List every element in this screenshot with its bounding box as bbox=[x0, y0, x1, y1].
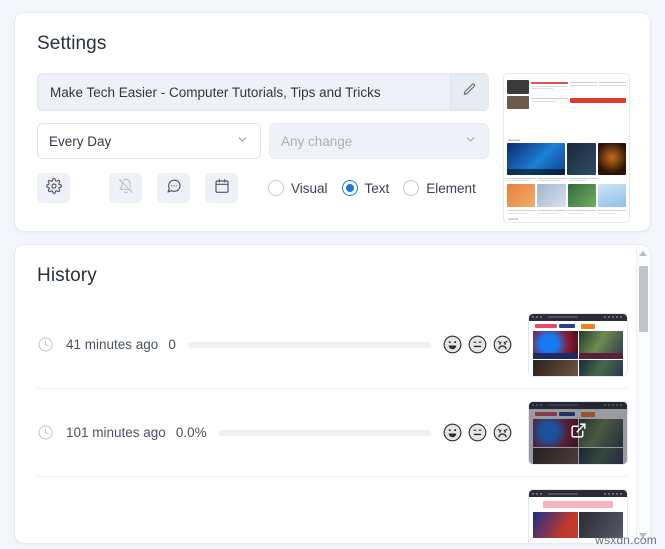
settings-gear-button[interactable] bbox=[37, 173, 70, 203]
watermark: wsxdn.com bbox=[595, 533, 657, 547]
schedule-button[interactable] bbox=[205, 173, 238, 203]
snapshot-thumbnail[interactable] bbox=[528, 400, 628, 465]
sad-face-icon[interactable] bbox=[493, 335, 512, 354]
history-change: 0.0% bbox=[175, 425, 207, 440]
preview-section-label-2: Android bbox=[508, 216, 519, 221]
feedback-faces bbox=[443, 335, 512, 354]
edit-title-button[interactable] bbox=[450, 74, 488, 110]
mode-radio-group: Visual Text Element bbox=[268, 180, 476, 196]
monitored-title-field[interactable]: Make Tech Easier - Computer Tutorials, T… bbox=[37, 73, 489, 111]
radio-text[interactable]: Text bbox=[341, 180, 390, 196]
scroll-up-arrow[interactable] bbox=[637, 246, 650, 260]
radio-text-dot bbox=[341, 180, 358, 196]
condition-select[interactable]: Any change bbox=[269, 123, 489, 159]
bell-off-icon bbox=[118, 178, 134, 199]
history-row[interactable]: 41 minutes ago 0 bbox=[37, 301, 628, 389]
external-link-icon bbox=[570, 422, 587, 444]
history-change: 0 bbox=[168, 337, 176, 352]
history-time: 101 minutes ago bbox=[66, 425, 166, 440]
chevron-down-icon bbox=[236, 133, 249, 149]
history-title: History bbox=[37, 265, 97, 286]
history-list: 41 minutes ago 0 101 minutes ago 0.0% bbox=[37, 301, 628, 543]
chevron-down-icon bbox=[464, 133, 477, 149]
settings-title: Settings bbox=[37, 33, 107, 54]
preview-section-label: Windows bbox=[508, 138, 521, 142]
settings-body: Make Tech Easier - Computer Tutorials, T… bbox=[37, 73, 630, 223]
chat-bubble-icon bbox=[166, 178, 182, 199]
radio-visual[interactable]: Visual bbox=[268, 180, 328, 196]
feedback-faces bbox=[443, 423, 512, 442]
settings-card: Settings Make Tech Easier - Computer Tut… bbox=[14, 12, 651, 232]
clock-icon bbox=[37, 336, 54, 353]
neutral-face-icon[interactable] bbox=[468, 335, 487, 354]
progress-track bbox=[187, 341, 431, 348]
page-preview-thumbnail[interactable]: Windows Android bbox=[503, 73, 630, 223]
thumbnail-browser-bar bbox=[529, 313, 627, 321]
radio-element-dot bbox=[403, 180, 420, 196]
history-scrollbar[interactable] bbox=[636, 246, 649, 542]
radio-visual-dot bbox=[268, 180, 284, 196]
frequency-select-value: Every Day bbox=[49, 133, 112, 149]
tools-row: Visual Text Element bbox=[37, 173, 489, 203]
thumbnail-image bbox=[529, 320, 627, 376]
app-root: Settings Make Tech Easier - Computer Tut… bbox=[0, 0, 665, 549]
frequency-select[interactable]: Every Day bbox=[37, 123, 261, 159]
scrollbar-track[interactable] bbox=[637, 260, 650, 528]
snapshot-thumbnail[interactable] bbox=[528, 312, 628, 377]
history-progress bbox=[218, 429, 431, 436]
comment-button[interactable] bbox=[157, 173, 190, 203]
history-row[interactable]: 101 minutes ago 0.0% bbox=[37, 389, 628, 477]
radio-visual-label: Visual bbox=[291, 180, 328, 196]
history-row[interactable] bbox=[37, 477, 628, 543]
schedule-row: Every Day Any change bbox=[37, 123, 489, 159]
pencil-icon bbox=[462, 82, 477, 102]
settings-controls: Make Tech Easier - Computer Tutorials, T… bbox=[37, 73, 489, 223]
radio-element[interactable]: Element bbox=[403, 180, 476, 196]
radio-element-label: Element bbox=[426, 180, 476, 196]
calendar-icon bbox=[214, 178, 230, 199]
clock-icon bbox=[37, 513, 54, 530]
progress-track bbox=[218, 429, 431, 436]
history-card: History 41 minutes ago 0 101 minutes ago… bbox=[14, 244, 651, 544]
notifications-off-button[interactable] bbox=[109, 173, 142, 203]
gear-icon bbox=[45, 177, 62, 199]
sad-face-icon[interactable] bbox=[493, 423, 512, 442]
monitored-title-value[interactable]: Make Tech Easier - Computer Tutorials, T… bbox=[38, 85, 450, 100]
scrollbar-thumb[interactable] bbox=[638, 266, 648, 332]
condition-select-value: Any change bbox=[281, 133, 353, 149]
happy-face-icon[interactable] bbox=[443, 335, 462, 354]
thumbnail-hover-overlay[interactable] bbox=[529, 401, 627, 464]
thumbnail-browser-bar bbox=[529, 490, 627, 497]
radio-text-label: Text bbox=[364, 180, 390, 196]
clock-icon bbox=[37, 424, 54, 441]
history-time: 41 minutes ago bbox=[66, 337, 159, 352]
history-progress bbox=[187, 341, 431, 348]
happy-face-icon[interactable] bbox=[443, 423, 462, 442]
neutral-face-icon[interactable] bbox=[468, 423, 487, 442]
